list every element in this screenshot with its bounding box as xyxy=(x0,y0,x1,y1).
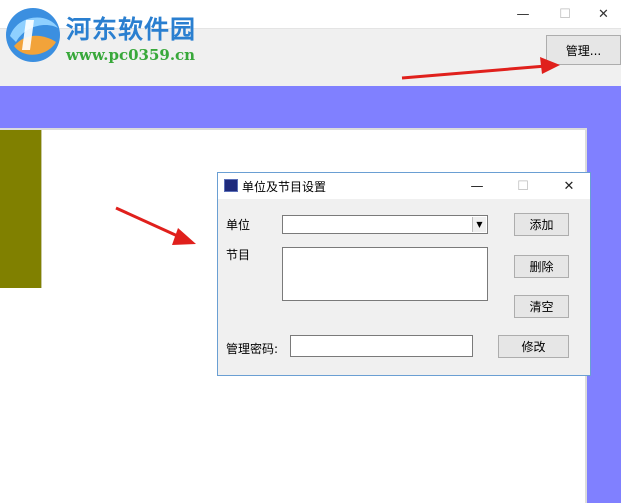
clear-button[interactable]: 清空 xyxy=(514,295,569,318)
modify-button[interactable]: 修改 xyxy=(498,335,569,358)
minimize-icon: — xyxy=(516,6,530,22)
delete-button[interactable]: 删除 xyxy=(514,255,569,278)
add-button[interactable]: 添加 xyxy=(514,213,569,236)
watermark-title: 河东软件园 xyxy=(66,15,197,44)
password-input[interactable] xyxy=(290,335,473,357)
minimize-icon: — xyxy=(470,178,484,194)
program-list[interactable] xyxy=(282,247,488,301)
manage-button[interactable]: 管理... xyxy=(546,35,621,65)
maximize-icon: ☐ xyxy=(517,178,529,194)
minimize-button[interactable]: — xyxy=(502,0,544,28)
unit-program-settings-dialog: 单位及节目设置 — ☐ ✕ 单位 ▼ 节目 管理密码: 添加 删除 清空 修改 xyxy=(217,172,591,376)
unit-select[interactable]: ▼ xyxy=(282,215,488,234)
dialog-maximize-button[interactable]: ☐ xyxy=(504,173,542,199)
dialog-titlebar: 单位及节目设置 — ☐ ✕ xyxy=(218,173,590,199)
dialog-minimize-button[interactable]: — xyxy=(458,173,496,199)
maximize-icon: ☐ xyxy=(559,6,571,22)
dialog-title: 单位及节目设置 xyxy=(242,180,327,194)
watermark-url: www.pc0359.cn xyxy=(66,46,196,64)
close-icon: ✕ xyxy=(598,6,609,22)
program-label: 节目 xyxy=(226,248,251,262)
app-icon xyxy=(224,179,238,192)
chevron-down-icon[interactable]: ▼ xyxy=(472,217,486,232)
password-label: 管理密码: xyxy=(226,342,279,356)
close-icon: ✕ xyxy=(563,178,575,194)
dialog-close-button[interactable]: ✕ xyxy=(550,173,588,199)
side-panel xyxy=(0,130,42,288)
close-button[interactable]: ✕ xyxy=(586,0,621,28)
unit-label: 单位 xyxy=(226,218,251,232)
maximize-button[interactable]: ☐ xyxy=(544,0,586,28)
watermark-logo-icon xyxy=(6,8,60,62)
